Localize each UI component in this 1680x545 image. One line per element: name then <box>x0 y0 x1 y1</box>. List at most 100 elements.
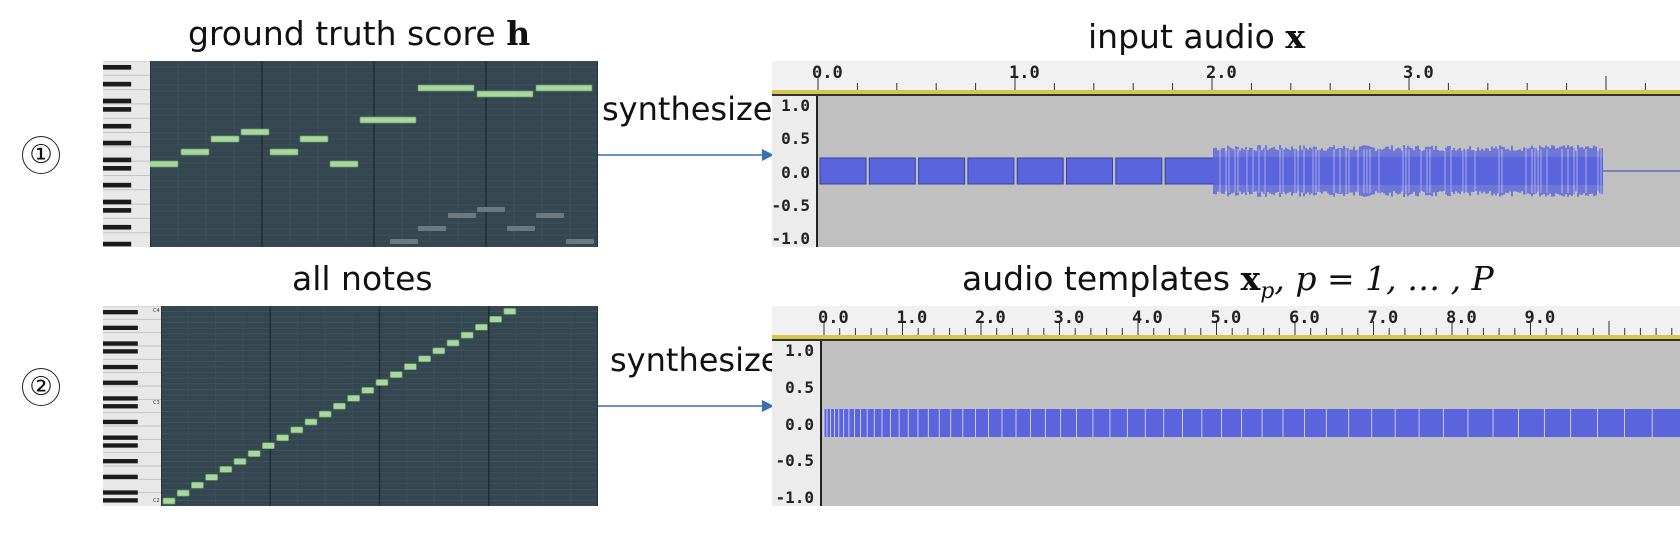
black-key <box>103 123 132 129</box>
black-key <box>103 199 132 205</box>
score-note <box>417 84 475 92</box>
waveform-2 <box>823 409 1680 437</box>
accompaniment-note <box>507 226 535 231</box>
time-tick-label: 1.0 <box>896 308 928 328</box>
time-tick-label: 0.0 <box>812 63 843 83</box>
audio-symbol-xp: x <box>1240 259 1261 298</box>
black-key <box>103 349 138 354</box>
score-grid-2 <box>161 306 598 506</box>
key-label: C3 <box>153 400 160 406</box>
amplitude-tick-label: 1.0 <box>785 341 814 360</box>
waveform-block <box>1164 157 1216 185</box>
black-key <box>103 341 138 346</box>
black-key <box>103 107 132 112</box>
time-tick-label: 0.0 <box>818 308 849 328</box>
template-note <box>375 379 389 386</box>
piano-keys-1-svg <box>103 61 150 247</box>
accompaniment-note <box>566 239 594 244</box>
black-key <box>103 325 138 330</box>
score-grid-1 <box>150 61 598 247</box>
accompaniment-note <box>448 213 476 218</box>
time-tick-label: 4.0 <box>1132 308 1163 328</box>
amplitude-tick-label: 0.5 <box>785 377 814 397</box>
template-note <box>276 434 289 442</box>
piano-keys-2: C4 C3 C2 <box>103 306 161 506</box>
score-title-2-text: all notes <box>292 259 433 298</box>
black-key <box>103 419 138 425</box>
time-tick-label: 5.0 <box>1210 308 1242 328</box>
black-key <box>103 474 138 480</box>
score-note <box>210 135 240 143</box>
template-note <box>361 387 375 394</box>
amplitude-tick-label: -1.0 <box>772 229 810 247</box>
template-note <box>162 497 176 505</box>
black-key <box>103 157 132 163</box>
black-key <box>103 498 138 503</box>
key-label: C2 <box>153 498 160 504</box>
black-key <box>103 165 132 171</box>
row-number-1: ① <box>22 136 60 174</box>
black-key <box>103 364 138 370</box>
score-note <box>150 160 179 168</box>
score-note <box>535 84 593 92</box>
template-note <box>333 402 346 410</box>
waveform-block <box>918 157 966 185</box>
template-note <box>489 315 502 323</box>
time-tick-label: 3.0 <box>1403 63 1434 83</box>
template-note <box>233 458 247 465</box>
audio-title-1-text: input audio <box>1088 17 1275 56</box>
black-key <box>103 396 138 401</box>
accompaniment-note <box>536 213 564 218</box>
time-tick-label: 8.0 <box>1446 308 1477 328</box>
template-note <box>503 308 517 315</box>
template-note <box>446 339 460 347</box>
black-key <box>103 380 138 385</box>
black-key <box>103 404 138 409</box>
audio-title-1: input audio x <box>1088 17 1305 56</box>
score-note <box>476 90 534 98</box>
score-title-1: ground truth score h <box>188 14 530 53</box>
black-key <box>103 490 138 495</box>
time-ruler-1: 0.0 1.0 2.0 3.0 <box>772 61 1680 96</box>
waveform-block <box>819 157 867 185</box>
amplitude-tick-label: 0.0 <box>785 414 814 434</box>
template-note <box>262 442 275 450</box>
score-note <box>180 148 210 156</box>
template-note <box>347 394 360 402</box>
arrow-right-icon <box>598 400 774 412</box>
audio-title-2-text: audio templates <box>962 259 1231 298</box>
time-tick-label: 3.0 <box>1053 308 1085 328</box>
synthesize-label-2: synthesize <box>610 341 781 379</box>
black-key <box>103 435 138 440</box>
template-note <box>432 347 446 355</box>
synthesize-label-1: synthesize <box>602 90 773 128</box>
template-note <box>290 426 304 434</box>
time-tick-label: 2.0 <box>975 308 1006 328</box>
piano-roll-all-notes: C4 C3 C2 <box>103 306 598 506</box>
time-ruler-2: 0.0 1.0 2.0 3.0 4.0 5.0 6.0 7.0 8.0 9.0 <box>772 306 1680 341</box>
key-label: C4 <box>153 308 160 314</box>
audio-formula-tail: , p = 1, … , P <box>1274 259 1494 298</box>
amplitude-axis-2: 1.0 0.5 0.0 -0.5 -1.0 <box>772 341 822 506</box>
amplitude-tick-label: -1.0 <box>775 488 814 506</box>
piano-keys-1 <box>103 61 150 247</box>
score-symbol-h: h <box>506 14 531 53</box>
black-key <box>103 65 132 70</box>
audio-subscript-p: p <box>1260 279 1275 304</box>
black-key <box>103 310 138 315</box>
piano-keys-2-svg: C4 C3 C2 <box>103 306 161 504</box>
audio-symbol-x: x <box>1285 17 1306 56</box>
time-tick-label: 1.0 <box>1009 63 1040 83</box>
score-note <box>269 148 299 156</box>
black-key <box>103 443 138 448</box>
black-key <box>103 140 132 146</box>
audio-title-2: audio templates xp, p = 1, … , P <box>962 259 1494 304</box>
black-key <box>103 81 132 87</box>
amplitude-tick-label: 1.0 <box>781 96 810 115</box>
template-note <box>475 323 488 331</box>
accompaniment-note <box>477 207 505 212</box>
score-note <box>299 135 329 143</box>
piano-roll-ground-truth <box>103 61 598 247</box>
score-note <box>359 116 417 124</box>
accompaniment-note <box>418 226 446 231</box>
